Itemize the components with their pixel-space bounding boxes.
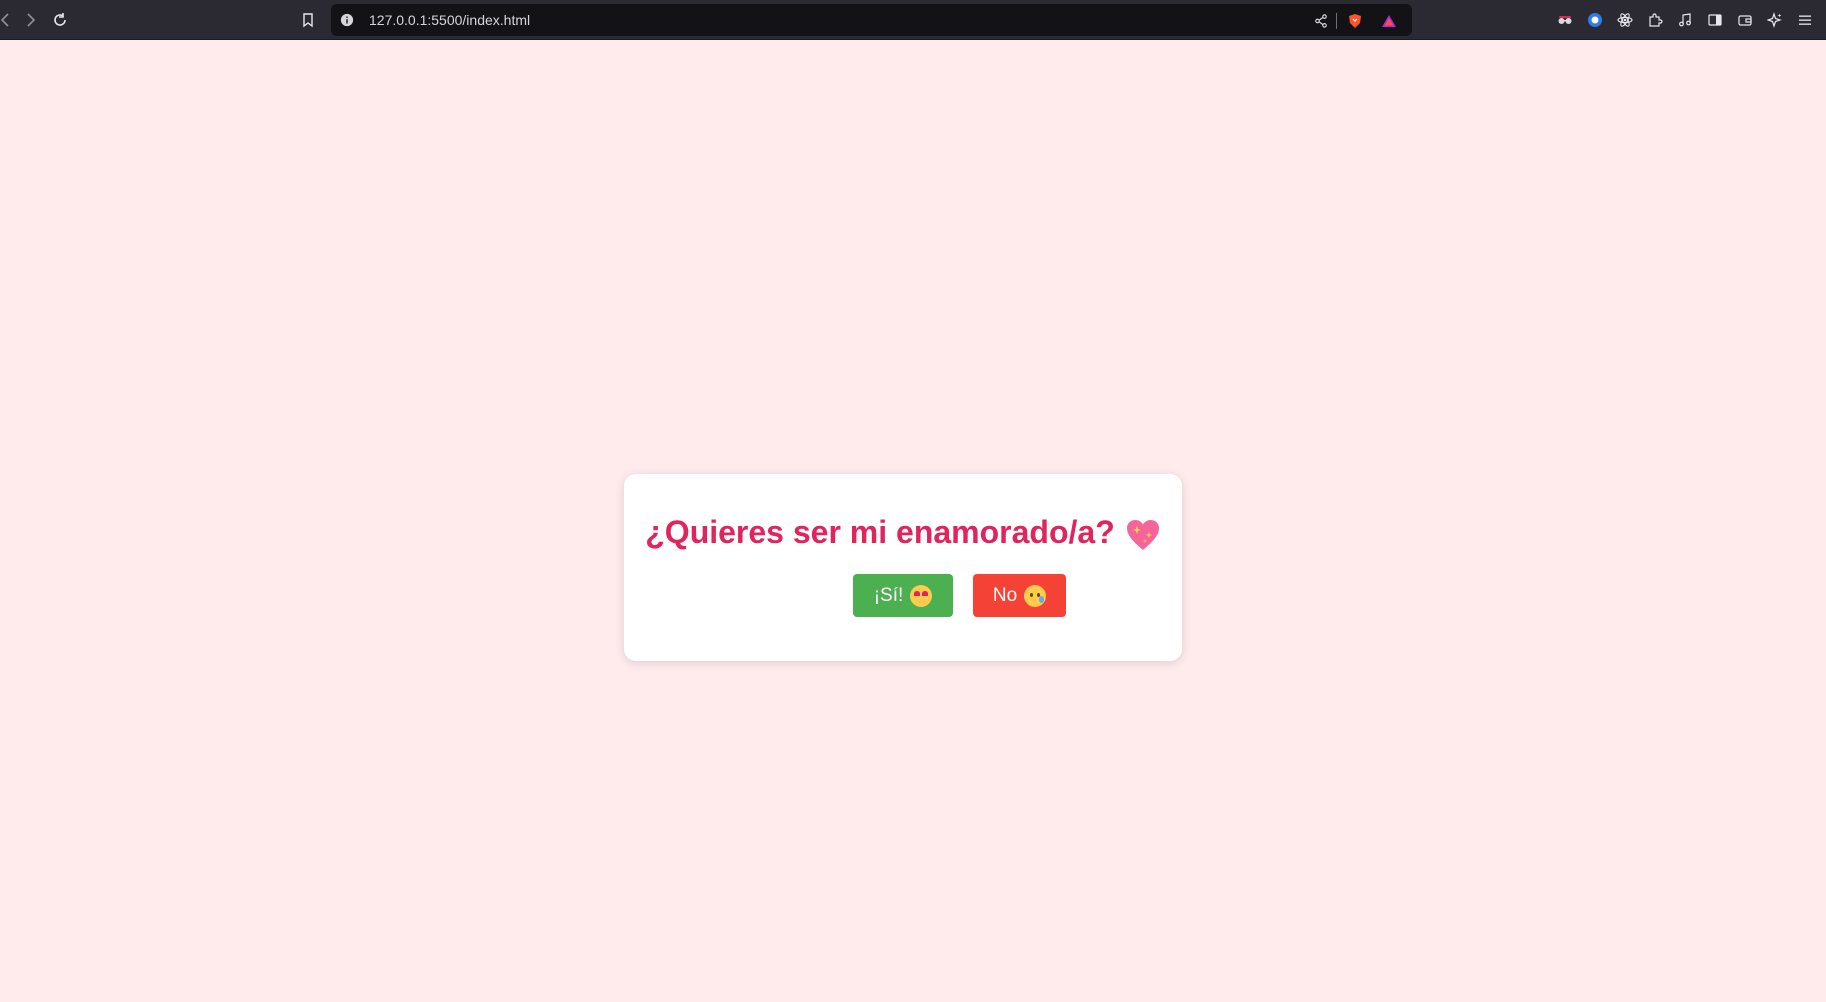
sparkling-heart-icon (1126, 519, 1159, 550)
question-text: ¿Quieres ser mi enamorado/a? (645, 514, 1115, 550)
menu-icon[interactable] (1794, 9, 1816, 31)
bookmark-icon[interactable] (296, 8, 320, 32)
yes-button-label: ¡Sí! (873, 584, 904, 606)
sidebar-icon[interactable] (1704, 9, 1726, 31)
yes-button[interactable]: ¡Sí! (853, 574, 953, 617)
react-devtools-icon[interactable] (1614, 9, 1636, 31)
music-icon[interactable] (1674, 9, 1696, 31)
question-card: ¿Quieres ser mi enamorado/a? ¡Sí! No (624, 474, 1182, 661)
extension-glasses-icon[interactable] (1554, 9, 1576, 31)
wallet-icon[interactable] (1734, 9, 1756, 31)
url-text[interactable]: 127.0.0.1:5500/index.html (369, 4, 530, 36)
crying-face-icon (1024, 584, 1047, 607)
page-content: ¿Quieres ser mi enamorado/a? ¡Sí! No (0, 41, 1826, 1002)
site-info-icon[interactable] (339, 12, 355, 28)
url-separator (1336, 13, 1337, 29)
extension-blue-icon[interactable] (1584, 9, 1606, 31)
forward-icon[interactable] (18, 8, 42, 32)
reload-icon[interactable] (48, 8, 72, 32)
address-bar[interactable]: 127.0.0.1:5500/index.html (331, 4, 1412, 36)
back-icon[interactable] (0, 8, 18, 32)
question-heading: ¿Quieres ser mi enamorado/a? (624, 514, 1182, 552)
brave-shields-icon[interactable] (1346, 12, 1364, 30)
no-button[interactable]: No (973, 574, 1066, 617)
share-icon[interactable] (1312, 12, 1330, 30)
brave-rewards-icon[interactable] (1380, 12, 1398, 30)
leo-ai-icon[interactable] (1764, 9, 1786, 31)
extensions-puzzle-icon[interactable] (1644, 9, 1666, 31)
browser-toolbar: 127.0.0.1:5500/index.html (0, 0, 1826, 40)
heart-eyes-icon (910, 584, 933, 607)
no-button-label: No (992, 584, 1018, 606)
